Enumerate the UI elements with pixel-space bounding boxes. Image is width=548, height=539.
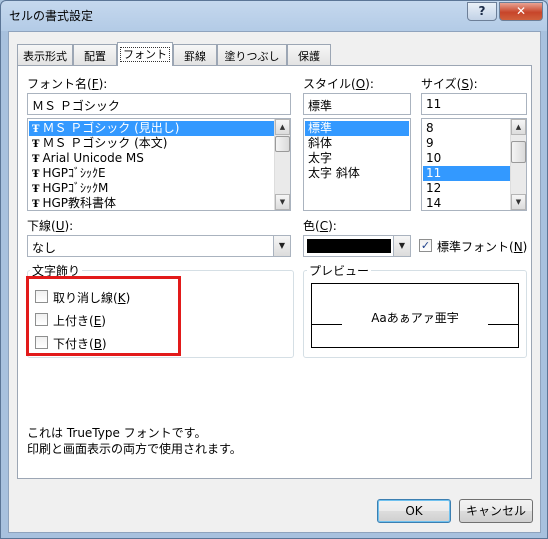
list-item[interactable]: 斜体 — [305, 136, 409, 151]
font-name-label: フォント名(F): — [27, 77, 108, 91]
chevron-down-icon[interactable]: ▼ — [393, 236, 410, 256]
tab-label: 配置 — [84, 50, 106, 63]
underline-value: なし — [32, 241, 57, 255]
style-label: スタイル(O): — [303, 77, 374, 91]
list-item[interactable]: Ŧ ＭＳ Ｐゴシック (本文) — [29, 136, 275, 151]
truetype-icon: Ŧ — [32, 154, 40, 165]
size-list[interactable]: 8 9 10 11 12 14 ▲ ▼ — [421, 118, 527, 211]
tab-border[interactable]: 罫線 — [173, 44, 217, 65]
list-item[interactable]: Ŧ HGP教科書体 — [29, 196, 275, 210]
truetype-icon: Ŧ — [32, 139, 40, 150]
tab-number-format[interactable]: 表示形式 — [17, 44, 73, 65]
list-item[interactable]: 10 — [423, 151, 511, 166]
info-line-1: これは TrueType フォントです。 — [27, 426, 207, 440]
format-cells-dialog: セルの書式設定 ? ✕ 表示形式 配置 フォント 罫線 塗りつぶし 保護 フォン… — [0, 0, 548, 539]
list-item[interactable]: 11 — [423, 166, 511, 181]
list-item[interactable]: 8 — [423, 121, 511, 136]
normal-font-checkbox[interactable]: ✓ — [419, 239, 432, 252]
font-name-list[interactable]: Ŧ ＭＳ Ｐゴシック (見出し) Ŧ ＭＳ Ｐゴシック (本文) Ŧ Arial Un… — [27, 118, 291, 211]
info-line-2: 印刷と画面表示の両方で使用されます。 — [27, 442, 242, 456]
tab-label: 塗りつぶし — [224, 50, 280, 63]
cancel-button[interactable]: キャンセル — [459, 499, 533, 523]
normal-font-label: 標準フォント(N) — [437, 240, 528, 254]
list-item[interactable]: 太字 — [305, 151, 409, 166]
scroll-down-icon[interactable]: ▼ — [511, 194, 526, 210]
style-list[interactable]: 標準 斜体 太字 太字 斜体 — [303, 118, 411, 211]
dialog-body: 表示形式 配置 フォント 罫線 塗りつぶし 保護 フォント名(F): ＭＳ Ｐゴ… — [8, 31, 541, 533]
list-item[interactable]: Ŧ HGPｺﾞｼｯｸE — [29, 166, 275, 181]
preview-group-title: プレビュー — [307, 262, 372, 279]
underline-dropdown[interactable]: なし ▼ — [27, 235, 291, 257]
truetype-icon: Ŧ — [32, 184, 40, 195]
tab-fill[interactable]: 塗りつぶし — [217, 44, 287, 65]
font-name-input[interactable]: ＭＳ Ｐゴシック — [27, 93, 291, 115]
tab-label: 罫線 — [184, 50, 206, 63]
tab-protection[interactable]: 保護 — [287, 44, 331, 65]
style-input[interactable]: 標準 — [303, 93, 411, 115]
scroll-thumb[interactable] — [511, 141, 526, 163]
help-button[interactable]: ? — [467, 2, 497, 21]
ok-button[interactable]: OK — [377, 499, 451, 523]
tab-alignment[interactable]: 配置 — [73, 44, 117, 65]
scroll-thumb[interactable] — [275, 136, 290, 152]
list-item[interactable]: 標準 — [305, 121, 409, 136]
list-item[interactable]: Ŧ ＭＳ Ｐゴシック (見出し) — [29, 121, 275, 136]
truetype-icon: Ŧ — [32, 169, 40, 180]
close-button[interactable]: ✕ — [499, 2, 543, 21]
scroll-down-icon[interactable]: ▼ — [275, 194, 290, 210]
tab-label: フォント — [120, 47, 170, 62]
font-list-scrollbar[interactable]: ▲ ▼ — [274, 119, 290, 210]
list-item[interactable]: 太字 斜体 — [305, 166, 409, 181]
size-list-items: 8 9 10 11 12 14 — [423, 121, 511, 210]
list-item[interactable]: Ŧ Arial Unicode MS — [29, 151, 275, 166]
tab-label: 表示形式 — [23, 50, 67, 63]
chevron-down-icon[interactable]: ▼ — [273, 236, 290, 256]
window-title: セルの書式設定 — [9, 9, 94, 23]
preview-sample-text: Aaあぁアァ亜宇 — [371, 311, 459, 325]
size-list-scrollbar[interactable]: ▲ ▼ — [510, 119, 526, 210]
style-list-items: 標準 斜体 太字 太字 斜体 — [305, 121, 409, 181]
color-swatch — [307, 239, 391, 253]
title-bar[interactable]: セルの書式設定 ? ✕ — [1, 1, 547, 31]
list-item[interactable]: 9 — [423, 136, 511, 151]
truetype-icon: Ŧ — [32, 124, 40, 135]
scroll-up-icon[interactable]: ▲ — [275, 119, 290, 135]
list-item[interactable]: 12 — [423, 181, 511, 196]
font-tab-panel: フォント名(F): ＭＳ Ｐゴシック Ŧ ＭＳ Ｐゴシック (見出し) Ŧ ＭＳ Ｐ… — [17, 65, 532, 479]
list-item[interactable]: Ŧ HGPｺﾞｼｯｸM — [29, 181, 275, 196]
color-dropdown[interactable]: ▼ — [303, 235, 411, 257]
tab-font[interactable]: フォント — [117, 42, 173, 66]
font-list-items: Ŧ ＭＳ Ｐゴシック (見出し) Ŧ ＭＳ Ｐゴシック (本文) Ŧ Arial Un… — [29, 121, 275, 210]
size-input[interactable]: 11 — [421, 93, 527, 115]
list-item[interactable]: 14 — [423, 196, 511, 210]
color-label: 色(C): — [303, 219, 337, 233]
size-label: サイズ(S): — [421, 77, 478, 91]
preview-box: Aaあぁアァ亜宇 — [311, 283, 519, 348]
truetype-icon: Ŧ — [32, 199, 40, 210]
scroll-up-icon[interactable]: ▲ — [511, 119, 526, 135]
red-highlight-annotation — [26, 276, 181, 356]
underline-label: 下線(U): — [27, 219, 74, 233]
tab-label: 保護 — [298, 50, 320, 63]
